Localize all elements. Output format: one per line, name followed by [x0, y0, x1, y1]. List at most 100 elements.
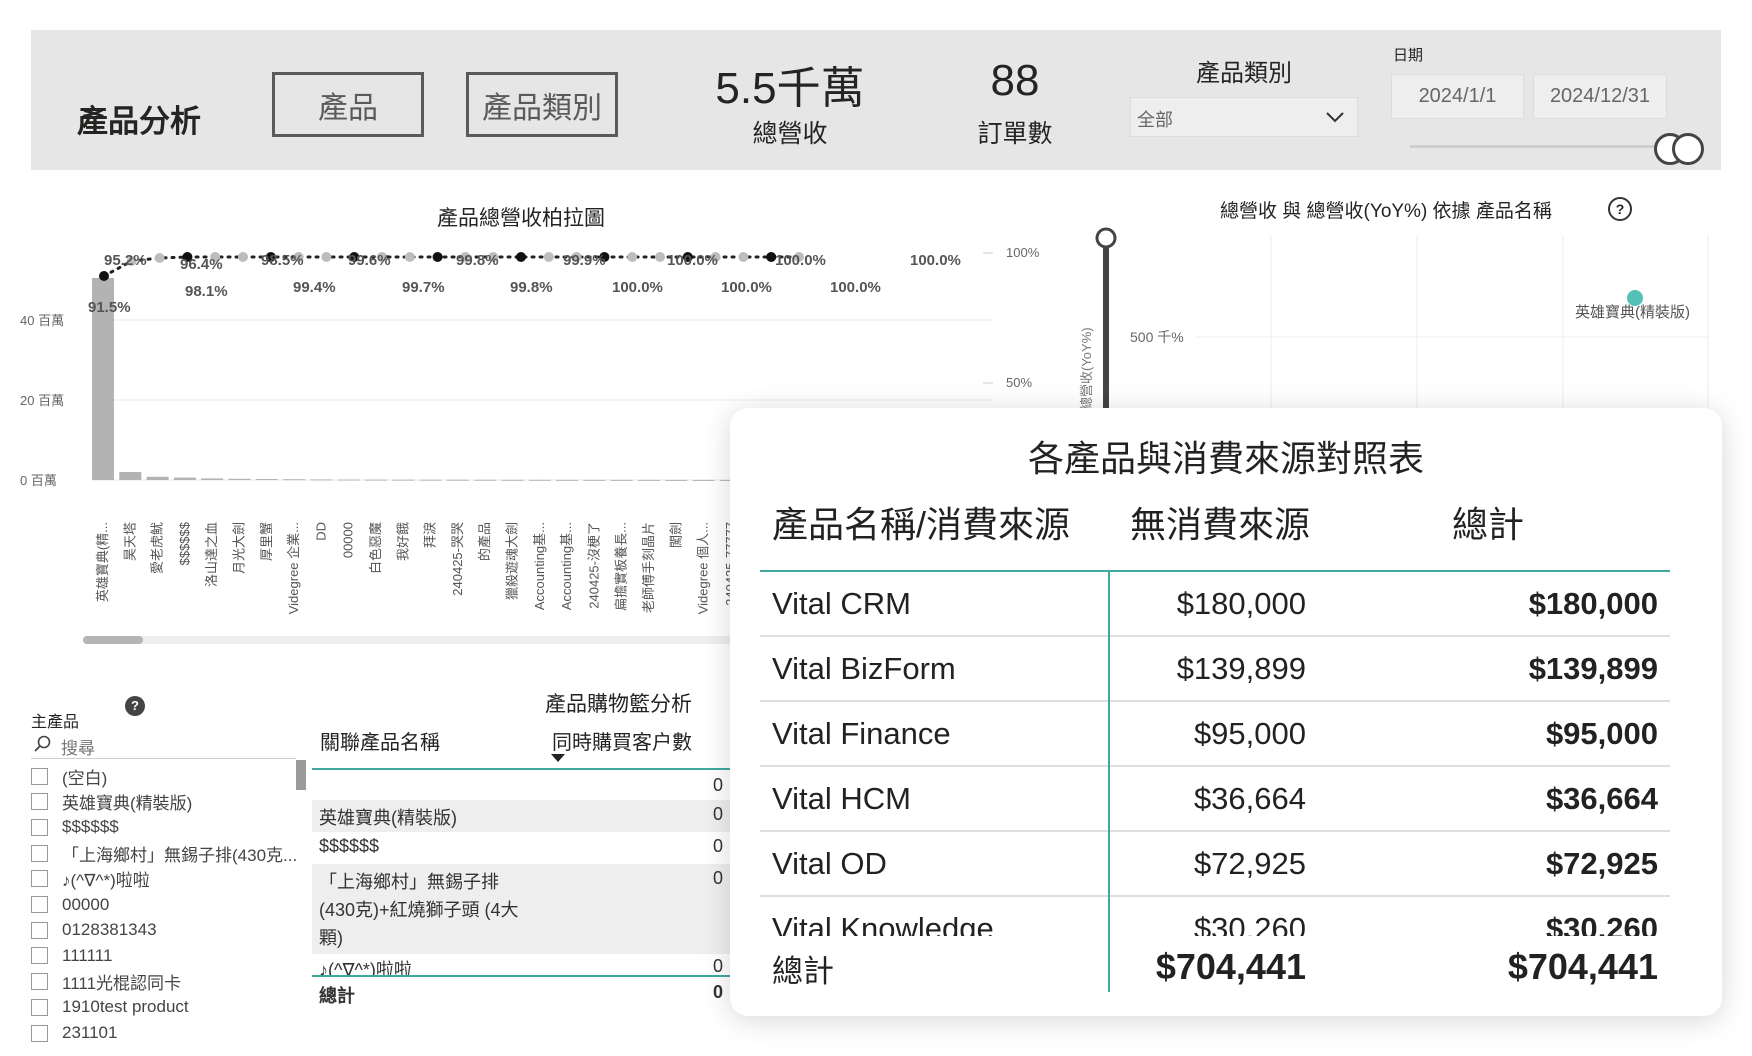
pareto-x-tick: 英雄寶典(精... [95, 522, 110, 602]
pareto-x-tick: 00000 [341, 522, 356, 558]
pareto-data-label: 100.0% [612, 279, 663, 296]
orders-kpi-value: 88 [990, 56, 1040, 105]
pareto-bar [201, 478, 224, 480]
table-row[interactable]: Vital CRM $180,000 $180,000 [760, 572, 1670, 637]
pareto-x-tick: Accounting基... [559, 522, 574, 610]
pareto-x-tick: 闖劍 [668, 522, 683, 548]
date-slider-handle-end[interactable] [1672, 133, 1704, 165]
table-row[interactable]: Vital OD $72,925 $72,925 [760, 832, 1670, 897]
pareto-x-tick: 240425-哭哭 [450, 522, 465, 596]
pareto-scrollbar-thumb[interactable] [83, 636, 143, 644]
slicer-scrollbar-thumb[interactable] [296, 760, 306, 790]
matrix-col-total[interactable]: 總計 [1452, 496, 1524, 548]
chevron-down-icon [1326, 112, 1344, 123]
checkbox[interactable] [31, 947, 48, 965]
pareto-x-tick: DD [313, 522, 328, 541]
pareto-bar [119, 472, 142, 480]
table-row[interactable]: Vital Finance $95,000 $95,000 [760, 702, 1670, 767]
checkbox[interactable] [31, 818, 48, 836]
pareto-bar [337, 479, 360, 481]
checkbox[interactable] [31, 921, 48, 939]
pareto-y-tick: 20 百萬 [20, 393, 64, 408]
scatter-play-handle[interactable] [1095, 227, 1117, 249]
slicer-item-label: 1111光棍認同卡 [62, 974, 182, 994]
slicer-list-item[interactable]: 英雄寶典(精裝版) [31, 791, 192, 813]
slicer-list-item[interactable]: 1910test product [31, 996, 189, 1018]
table-row[interactable]: $$$$$$ 0 [312, 832, 732, 864]
table-row[interactable]: Vital Knowledge $30,260 $30,260 [760, 897, 1670, 936]
pareto-data-label: 99.4% [293, 279, 336, 296]
slicer-list-item[interactable]: 111111 [31, 945, 112, 967]
pareto-cumulative-point [627, 252, 638, 262]
table-row[interactable]: 0 [312, 772, 732, 800]
pareto-bar [146, 476, 169, 480]
table-row[interactable]: Vital BizForm $139,899 $139,899 [760, 637, 1670, 702]
slicer-list-item[interactable]: (空白) [31, 765, 107, 788]
checkbox[interactable] [31, 844, 48, 862]
category-dropdown[interactable]: 全部 [1130, 97, 1358, 137]
pareto-bar [392, 479, 415, 481]
matrix-col-product-source[interactable]: 產品名稱/消費來源 [772, 496, 1070, 548]
slicer-list-item[interactable]: 00000 [31, 894, 109, 916]
pareto-cumulative-point [99, 271, 109, 281]
pareto-bar [556, 479, 579, 481]
pareto-x-tick: 昊天塔 [122, 522, 137, 561]
product-category-button[interactable]: 產品類別 [466, 72, 618, 137]
checkbox[interactable] [31, 870, 48, 888]
checkbox[interactable] [31, 793, 48, 811]
pareto-data-label: 99.9% [563, 252, 606, 269]
pareto-data-label: 91.5% [88, 299, 131, 316]
checkbox[interactable] [31, 767, 48, 785]
date-from-input[interactable]: 2024/1/1 [1391, 74, 1524, 119]
main-product-slicer-title: 主產品 [31, 714, 80, 731]
pareto-cumulative-point [238, 252, 248, 262]
pareto-scroll-track[interactable] [83, 636, 733, 644]
slicer-item-label: $$$$$$ [62, 817, 119, 837]
pareto-bar [501, 479, 524, 481]
slicer-list-item[interactable]: 「上海鄉村」無錫子排(430克... [31, 842, 297, 865]
pareto-x-tick: 我好餓 [395, 522, 410, 561]
pareto-x-tick: 老師傅手刻晶片 [641, 522, 656, 613]
pareto-data-label: 100.0% [830, 279, 881, 296]
pareto-bar [283, 479, 306, 481]
slicer-search-box[interactable]: 搜尋 [31, 733, 296, 759]
slicer-list-item[interactable]: ♪(^∇^*)啦啦 [31, 868, 150, 890]
pareto-data-label: 100.0% [775, 252, 826, 269]
pareto-data-label: 99.6% [348, 252, 391, 269]
table-row[interactable]: 英雄寶典(精裝版) 0 [312, 800, 732, 832]
checkbox[interactable] [31, 998, 48, 1016]
pareto-cumulative-point [154, 253, 165, 263]
sort-desc-icon [551, 754, 565, 762]
pareto-x-tick: 拜淚 [423, 522, 438, 548]
pareto-chart-title: 產品總營收柏拉圖 [437, 207, 605, 230]
orders-kpi-label: 訂單數 [977, 120, 1053, 148]
category-dropdown-value: 全部 [1137, 110, 1173, 130]
date-range-track[interactable] [1410, 145, 1666, 148]
product-button[interactable]: 產品 [272, 72, 424, 137]
slicer-list-item[interactable]: 1111光棍認同卡 [31, 971, 181, 993]
slicer-list-item[interactable]: 231101 [31, 1022, 117, 1044]
checkbox[interactable] [31, 1024, 48, 1042]
date-to-input[interactable]: 2024/12/31 [1533, 74, 1667, 119]
matrix-col-no-source[interactable]: 無消費來源 [1130, 496, 1310, 548]
revenue-kpi-label: 總營收 [752, 120, 828, 148]
help-icon[interactable]: ? [1608, 197, 1632, 221]
pareto-data-label: 96.4% [180, 256, 223, 273]
checkbox[interactable] [31, 973, 48, 991]
table-row[interactable]: 「上海鄉村」無錫子排 (430克)+紅燒獅子頭 (4大 顆) 0 [312, 864, 732, 954]
pareto-cumulative-point [432, 252, 443, 262]
slicer-list-item[interactable]: 0128381343 [31, 919, 157, 941]
pareto-bar [474, 479, 497, 481]
pareto-bar [610, 479, 633, 481]
table-row[interactable]: Vital HCM $36,664 $36,664 [760, 767, 1670, 832]
matrix-column-divider [1108, 572, 1110, 992]
help-icon[interactable]: ? [125, 696, 145, 716]
basket-col-related-product[interactable]: 關聯產品名稱 [320, 726, 440, 755]
slicer-list-item[interactable]: $$$$$$ [31, 816, 119, 838]
checkbox[interactable] [31, 896, 48, 913]
pareto-x-tick: 獵殺遊魂大劍 [505, 522, 520, 600]
date-slicer-label: 日期 [1393, 47, 1424, 64]
table-row[interactable]: ♪(^∇^*)啦啦 0 [312, 954, 732, 975]
basket-col-co-purchase-count[interactable]: 同時購買客户數 [552, 726, 692, 755]
slicer-item-label: 1910test product [62, 997, 189, 1017]
